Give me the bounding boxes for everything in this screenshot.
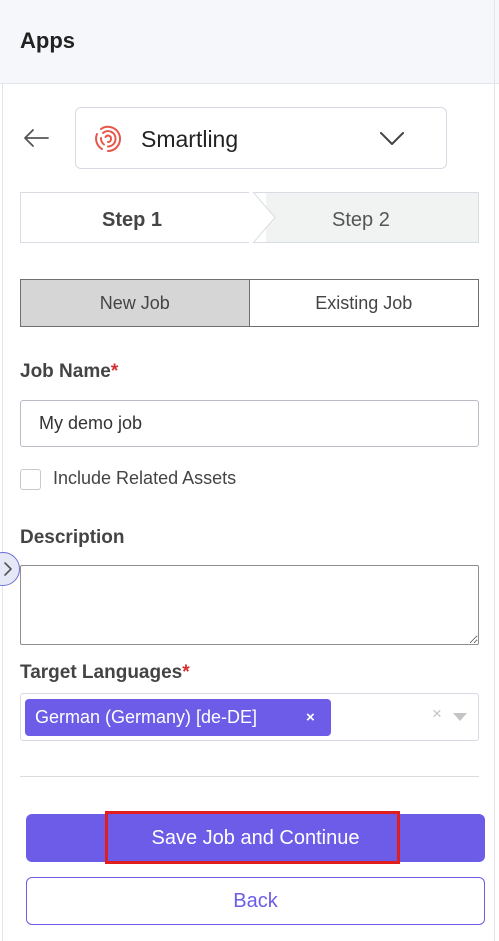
job-name-input[interactable] [20, 400, 479, 447]
chevron-right-icon [4, 562, 12, 576]
divider [20, 776, 479, 777]
back-arrow-icon[interactable] [20, 122, 52, 154]
new-job-button[interactable]: New Job [21, 280, 250, 326]
page-title: Apps [20, 28, 75, 53]
job-name-label: Job Name* [20, 361, 119, 382]
back-button[interactable]: Back [26, 877, 485, 925]
language-tag-label: German (Germany) [de-DE] [35, 707, 258, 727]
app-select-dropdown[interactable]: Smartling [75, 107, 447, 169]
required-marker: * [182, 662, 190, 683]
include-related-assets-label: Include Related Assets [53, 468, 237, 488]
expand-panel-handle[interactable] [0, 552, 20, 586]
app-select-value: Smartling [141, 126, 239, 152]
save-job-button[interactable]: Save Job and Continue [26, 814, 485, 862]
panel-border-left [2, 84, 3, 941]
clear-icon[interactable]: × [432, 704, 442, 724]
existing-job-button[interactable]: Existing Job [250, 280, 479, 326]
job-type-toggle: New Job Existing Job [20, 279, 479, 327]
chevron-down-icon [380, 132, 404, 145]
include-related-assets-checkbox[interactable] [20, 469, 41, 490]
target-languages-label: Target Languages* [20, 662, 190, 683]
stepper: Step 1 Step 2 [20, 192, 479, 243]
language-tag: German (Germany) [de-DE] × [25, 699, 331, 736]
app-header: Apps [0, 0, 499, 84]
target-languages-select[interactable]: German (Germany) [de-DE] × × [20, 693, 479, 741]
panel-border-right [494, 0, 495, 941]
step-1-label: Step 1 [102, 209, 163, 231]
required-marker: * [110, 361, 119, 382]
description-label: Description [20, 527, 125, 548]
step-2[interactable]: Step 2 [332, 209, 390, 232]
caret-down-icon[interactable] [453, 713, 467, 722]
step-separator-icon [249, 192, 276, 243]
smartling-logo-icon [95, 125, 122, 152]
remove-tag-icon[interactable]: × [306, 709, 315, 726]
description-textarea[interactable] [20, 565, 479, 645]
step-1[interactable]: Step 1 [21, 193, 266, 242]
